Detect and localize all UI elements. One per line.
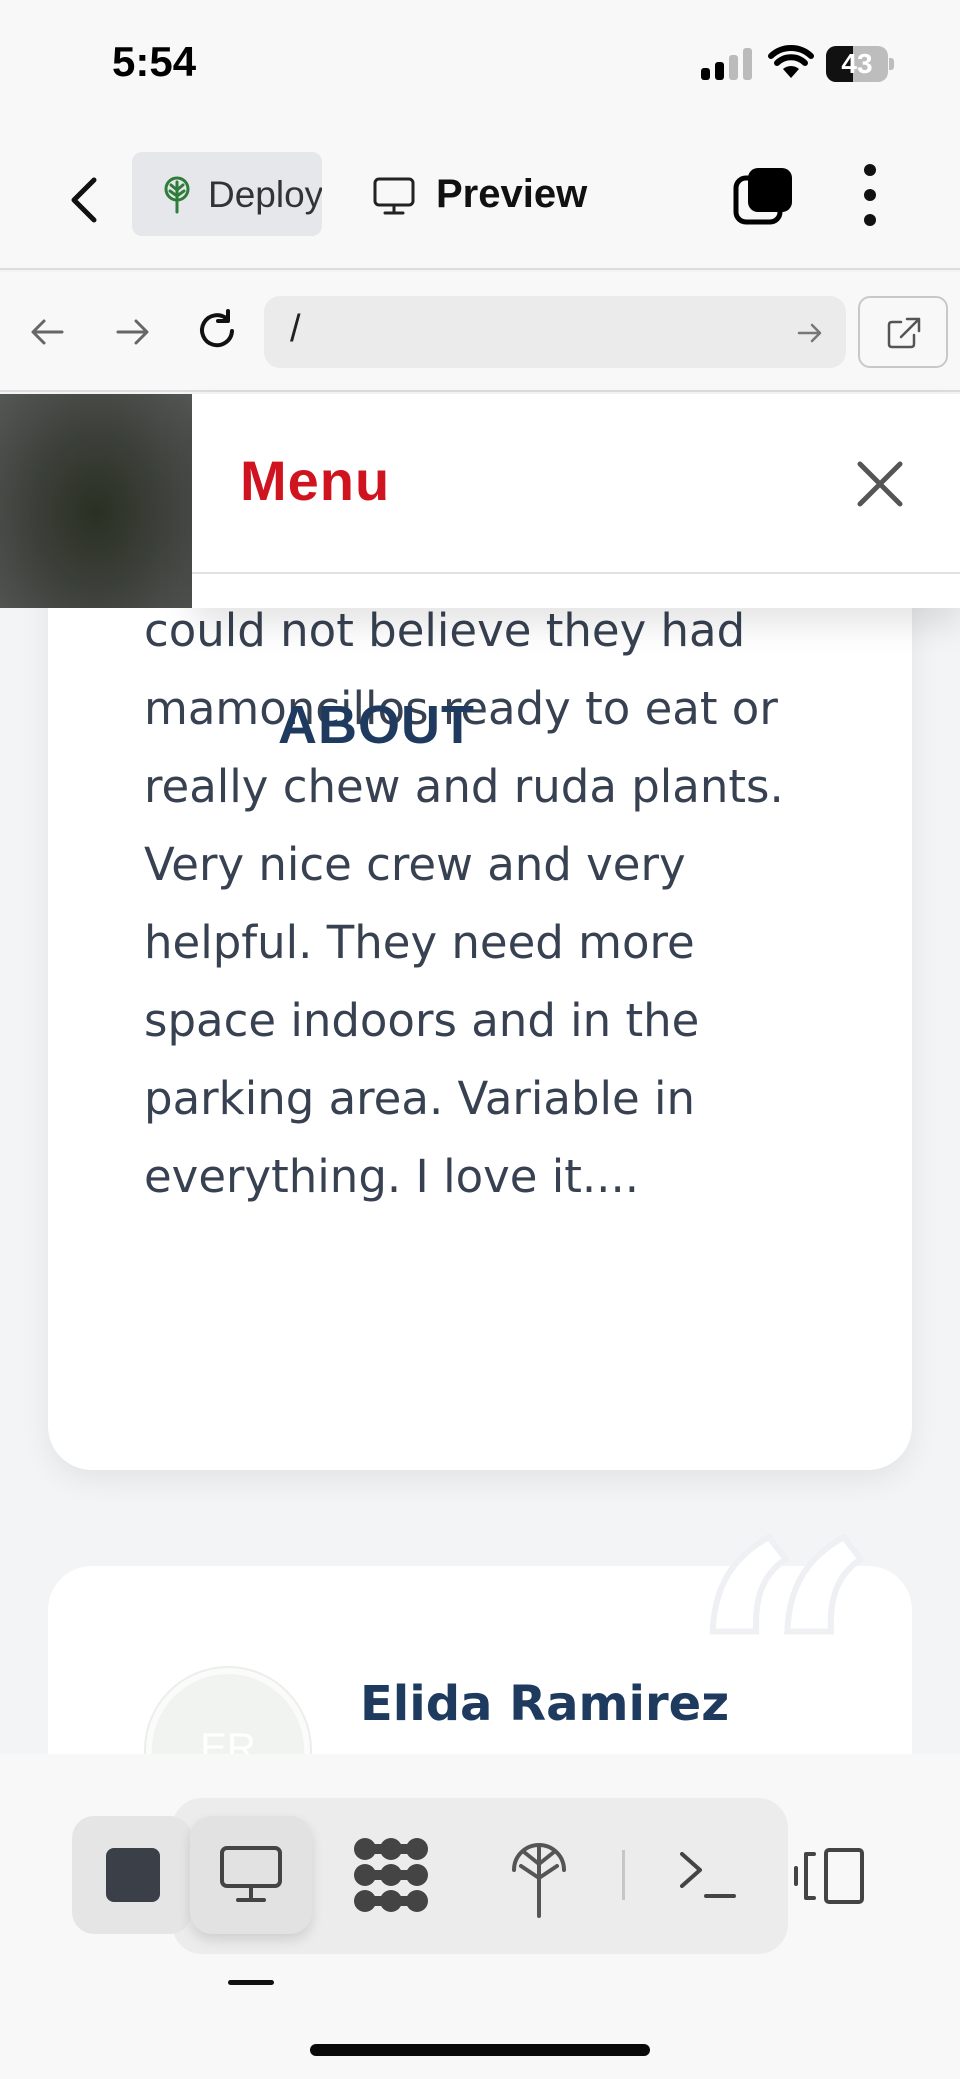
deploy-tab[interactable]: Deploy xyxy=(132,152,322,236)
menu-divider xyxy=(192,572,960,574)
external-link-icon xyxy=(887,317,921,349)
active-tab-indicator xyxy=(228,1980,274,1985)
url-input[interactable]: / xyxy=(264,296,846,368)
browser-url-bar: / xyxy=(0,272,960,392)
reload-icon[interactable] xyxy=(194,308,240,354)
responsive-icon[interactable] xyxy=(792,1846,866,1906)
arrow-right-icon[interactable] xyxy=(112,312,152,352)
more-vertical-icon[interactable] xyxy=(850,162,890,228)
deploy-icon[interactable] xyxy=(506,1834,572,1918)
bottom-toolbar xyxy=(0,1754,960,2079)
terminal-icon[interactable] xyxy=(678,1846,738,1902)
stop-button[interactable] xyxy=(72,1816,192,1934)
review-text: They have fresh produce, I could not bel… xyxy=(144,526,784,1203)
stop-icon xyxy=(106,1848,160,1902)
status-bar: 5:54 43 xyxy=(0,0,960,130)
pattern-grid-icon[interactable] xyxy=(352,1836,430,1914)
battery-indicator: 43 xyxy=(826,46,894,82)
preview-tab[interactable]: Preview xyxy=(368,152,618,236)
monitor-icon xyxy=(373,177,415,215)
about-nav-label[interactable]: ABOUT xyxy=(278,694,475,756)
chevron-left-icon[interactable] xyxy=(60,170,110,230)
home-indicator xyxy=(310,2044,650,2056)
menu-title: Menu xyxy=(240,449,391,512)
menu-drawer: Menu xyxy=(192,394,960,608)
battery-percent: 43 xyxy=(841,48,873,79)
deploy-tab-label: Deploy xyxy=(208,174,322,215)
reviewer-name: Elida Ramirez xyxy=(360,1676,730,1732)
avatar-initials: ER xyxy=(200,1726,256,1754)
app-toolbar: Deploy Preview xyxy=(0,130,960,270)
monitor-icon xyxy=(220,1846,282,1902)
wifi-icon xyxy=(768,45,814,78)
menu-backdrop[interactable] xyxy=(0,394,192,608)
status-time: 5:54 xyxy=(112,38,197,85)
url-text: / xyxy=(290,308,301,350)
deploy-tree-icon xyxy=(164,176,190,214)
arrow-left-icon[interactable] xyxy=(28,312,68,352)
tabs-icon[interactable] xyxy=(732,164,796,228)
preview-tab-label: Preview xyxy=(436,172,588,216)
toolbar-separator xyxy=(622,1850,625,1900)
preview-mode-button[interactable] xyxy=(190,1816,312,1934)
open-external-button[interactable] xyxy=(858,296,948,368)
go-arrow-icon[interactable] xyxy=(796,320,824,346)
close-icon[interactable] xyxy=(852,456,908,512)
cellular-signal-icon xyxy=(701,48,753,80)
